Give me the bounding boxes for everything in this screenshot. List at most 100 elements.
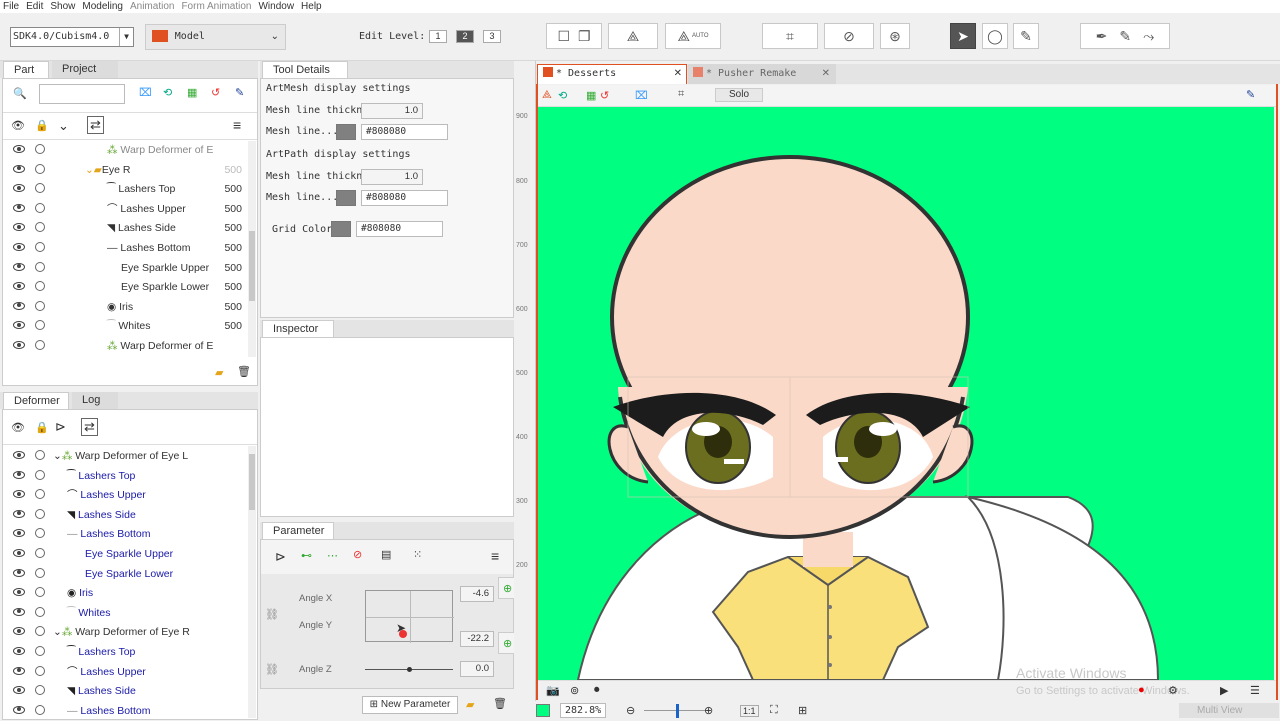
hamburger-icon[interactable]: ≡ <box>491 548 499 564</box>
path-icon[interactable]: ⤳ <box>1143 28 1154 45</box>
tree-row[interactable]: ◉ Iris 500 <box>3 298 248 318</box>
zoom-out-icon[interactable]: ⊖ <box>626 704 635 717</box>
edit-level-3-button[interactable]: 3 <box>483 30 501 43</box>
reset-icon[interactable]: ↺ <box>211 86 220 99</box>
radio-icon[interactable] <box>35 508 45 519</box>
video-camera-icon[interactable]: ⏺ <box>594 684 600 697</box>
tab-log[interactable]: Log <box>72 392 118 409</box>
path-thickness-input[interactable]: 1.0 <box>361 169 423 185</box>
grid-icon[interactable]: ▦ <box>187 86 197 99</box>
radio-icon[interactable] <box>35 222 45 233</box>
mesh-icon[interactable]: ⟁ <box>542 89 552 102</box>
eye-icon[interactable] <box>13 627 25 636</box>
eye-icon[interactable] <box>13 262 25 271</box>
eye-icon[interactable] <box>13 451 25 459</box>
path-color-swatch[interactable] <box>336 190 356 206</box>
background-color-swatch[interactable] <box>536 704 550 717</box>
radio-icon[interactable] <box>35 281 45 292</box>
menu-show[interactable]: Show <box>50 0 75 13</box>
tree-row[interactable]: ◥ Lashes Side 500 <box>3 219 248 239</box>
eye-icon[interactable] <box>13 470 25 479</box>
tree-row[interactable]: ⁀ Lashers Top <box>3 643 248 663</box>
swap-icon[interactable]: ⇄ <box>81 418 98 436</box>
eye-icon[interactable] <box>13 607 25 616</box>
radio-icon[interactable] <box>35 183 45 194</box>
angle-z-slider[interactable] <box>365 667 453 672</box>
add-key-icon[interactable]: ⊕ <box>503 637 512 650</box>
link-icon[interactable]: ⛓ <box>265 608 279 621</box>
tab-pusher-remake[interactable]: * Pusher Remake ✕ <box>688 64 836 84</box>
radio-icon[interactable] <box>35 300 45 311</box>
radio-icon[interactable] <box>35 567 45 578</box>
reset-icon[interactable]: ↺ <box>600 89 609 102</box>
menu-edit[interactable]: Edit <box>26 0 43 13</box>
radio-icon[interactable] <box>35 450 45 460</box>
grid-color-swatch[interactable] <box>331 221 351 237</box>
radio-icon[interactable] <box>35 646 45 656</box>
menu-help[interactable]: Help <box>301 0 322 13</box>
slider-knob[interactable] <box>407 667 412 672</box>
mesh-color-input[interactable]: #808080 <box>361 124 448 140</box>
radio-icon[interactable] <box>35 685 45 696</box>
eye-icon[interactable] <box>13 686 25 695</box>
record-icon[interactable]: ● <box>1138 684 1145 696</box>
eye-icon[interactable]: 👁 <box>11 421 25 434</box>
sdk-version-select[interactable]: SDK4.0/Cubism4.0 ▼ <box>10 27 134 47</box>
tree-row[interactable]: ⌒ Lashes Upper <box>3 663 248 683</box>
model-canvas[interactable]: Activate Windows <box>538 107 1274 680</box>
link-icon[interactable]: ⌧ <box>139 86 152 99</box>
eye-icon[interactable] <box>13 509 25 518</box>
pen-icon[interactable]: ✎ <box>1246 88 1255 101</box>
new-folder-icon[interactable]: ▰ <box>466 698 474 711</box>
mesh-edit-button[interactable]: ⟁ <box>608 23 658 49</box>
radio-icon[interactable] <box>35 242 45 252</box>
tree-row[interactable]: — Lashes Bottom <box>3 525 248 545</box>
tree-row[interactable]: ⁂ Warp Deformer of E <box>3 141 248 161</box>
eye-icon[interactable] <box>13 588 25 597</box>
chevron-right-circle-icon[interactable]: ⊳ <box>55 419 66 435</box>
copy-icon[interactable]: ❐ <box>578 28 591 45</box>
radio-icon[interactable] <box>35 665 45 676</box>
eye-icon[interactable] <box>13 145 25 153</box>
radio-icon[interactable] <box>35 548 45 558</box>
grid-select-button[interactable]: ⌗ <box>762 23 818 49</box>
new-folder-icon[interactable]: ▰ <box>215 366 223 379</box>
eye-icon[interactable]: 👁 <box>11 119 25 132</box>
fit-icon[interactable]: ⛶ <box>770 704 778 717</box>
tab-tool-details[interactable]: Tool Details <box>262 61 348 78</box>
zoom-input[interactable]: 282.8% <box>560 703 606 718</box>
tree-row[interactable]: ◥ Lashes Side <box>3 682 248 702</box>
tree-row[interactable]: Eye Sparkle Lower 500 <box>3 278 248 298</box>
zoom-in-icon[interactable]: ⊕ <box>704 704 713 717</box>
play-circle-icon[interactable]: ⊳ <box>275 549 286 565</box>
eye-icon[interactable] <box>13 203 25 212</box>
tree-row[interactable]: ⌄▰Eye R 500 <box>3 161 248 181</box>
mesh-color-swatch[interactable] <box>336 124 356 140</box>
path-color-input[interactable]: #808080 <box>361 190 448 206</box>
eye-icon[interactable] <box>13 321 25 330</box>
chevron-circle-icon[interactable]: ⌄ <box>58 118 69 134</box>
auto-mesh-button[interactable]: ⟁ AUTO <box>665 23 721 49</box>
brush-tool-button[interactable]: ✎ <box>1013 23 1039 49</box>
eye-icon[interactable] <box>13 529 25 538</box>
eye-icon[interactable] <box>13 490 25 499</box>
add-key-icon[interactable]: ⊷ <box>301 549 312 562</box>
table-icon[interactable]: ▤ <box>381 548 391 561</box>
radio-icon[interactable] <box>35 587 45 598</box>
radio-icon[interactable] <box>35 704 45 715</box>
tree-row[interactable]: ⁀ Lashers Top <box>3 467 248 487</box>
tree-row[interactable]: ⁀ Whites <box>3 604 248 624</box>
radio-icon[interactable] <box>35 340 45 350</box>
radio-icon[interactable] <box>35 144 45 154</box>
deformer-scrollbar[interactable] <box>248 446 256 718</box>
new-parameter-button[interactable]: ⊞ New Parameter <box>362 696 458 714</box>
camera-icon[interactable]: 📷 <box>546 684 560 697</box>
eye-icon[interactable] <box>13 647 25 655</box>
grid-toggle-icon[interactable]: ⌗ <box>678 88 684 101</box>
person-icon[interactable]: ☐ <box>557 28 570 45</box>
eye-icon[interactable] <box>13 164 25 173</box>
zoom-slider[interactable] <box>644 704 708 718</box>
delete-key-icon[interactable]: ⊘ <box>353 548 362 561</box>
menu-modeling[interactable]: Modeling <box>82 0 123 13</box>
lock-icon[interactable]: 🔒 <box>35 119 49 132</box>
